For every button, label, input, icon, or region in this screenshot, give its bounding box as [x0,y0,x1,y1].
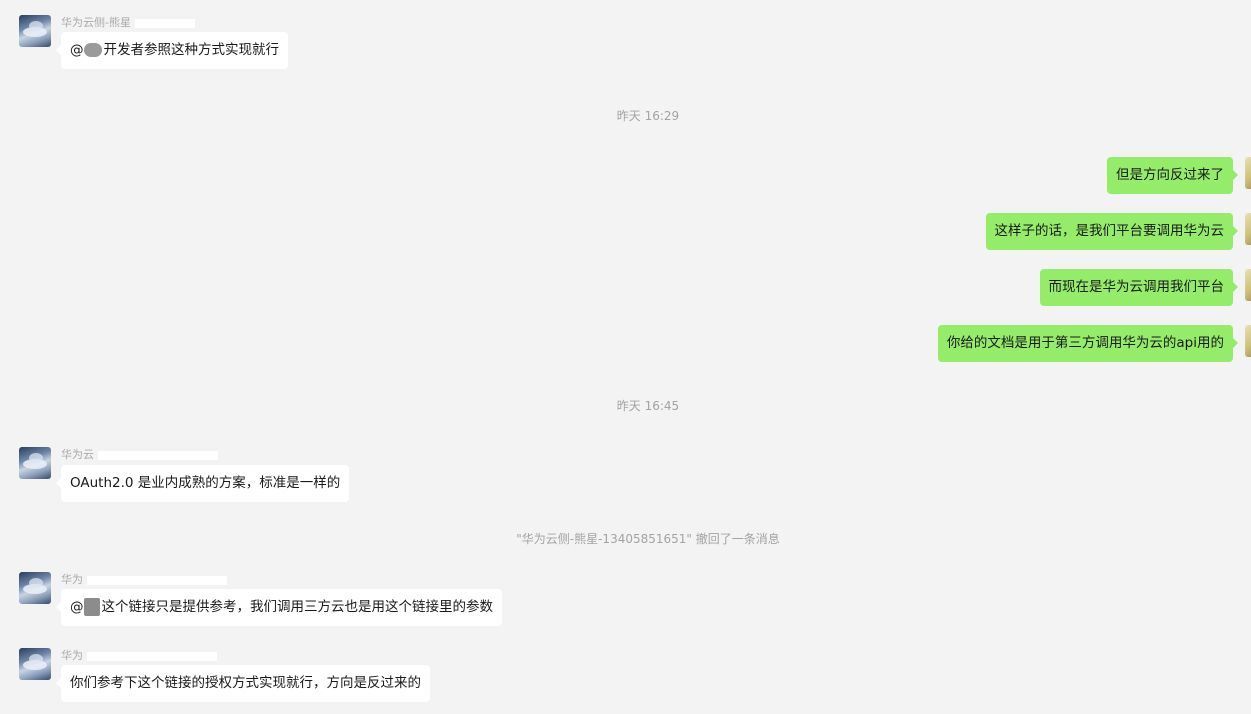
message-bubble[interactable]: @ 这个链接只是提供参考，我们调用三方云也是用这个链接里的参数 [56,589,502,626]
message-bubble[interactable]: @ 开发者参照这种方式实现就行 [56,32,288,69]
timestamp: 昨天 16:29 [616,109,680,123]
sender-name: 华为云 [61,446,218,462]
message-bubble[interactable]: 你们参考下这个链接的授权方式实现就行，方向是反过来的 [56,665,430,702]
recall-notice: "华为云侧-熊星-13405851651" 撤回了一条消息 [516,532,780,546]
outgoing-message-bubble[interactable]: 你给的文档是用于第三方调用华为云的api用的 [937,325,1239,362]
message-text: 这个链接只是提供参考，我们调用三方云也是用这个链接里的参数 [101,599,494,615]
avatar[interactable] [19,15,51,47]
sender-name: 华为 [61,571,227,587]
avatar[interactable] [19,648,51,680]
mention-avatar-icon [83,43,102,57]
message-text: 开发者参照这种方式实现就行 [103,42,280,58]
chat-window: 华为云侧-熊星 @ 开发者参照这种方式实现就行 昨天 16:29 但是方向反过来了… [0,0,1251,714]
self-avatar[interactable] [1245,269,1251,301]
message-text: OAuth2.0 是业内成熟的方案，标准是一样的 [70,475,341,491]
avatar[interactable] [19,447,51,479]
mention-avatar-icon [83,598,100,616]
sender-name: 华为 [61,647,217,663]
self-avatar[interactable] [1245,213,1251,245]
mention-at: @ [70,599,84,615]
message-text: 而现在是华为云调用我们平台 [1048,279,1225,295]
outgoing-message-bubble[interactable]: 但是方向反过来了 [1107,157,1238,194]
message-text: 你给的文档是用于第三方调用华为云的api用的 [946,335,1224,351]
message-bubble[interactable]: OAuth2.0 是业内成熟的方案，标准是一样的 [55,465,350,502]
message-text: 这样子的话，是我们平台要调用华为云 [994,223,1225,239]
outgoing-message-bubble[interactable]: 而现在是华为云调用我们平台 [1039,269,1238,306]
avatar[interactable] [19,572,51,604]
mention-at: @ [70,42,84,58]
message-text: 但是方向反过来了 [1116,167,1224,183]
self-avatar[interactable] [1245,157,1251,189]
outgoing-message-bubble[interactable]: 这样子的话，是我们平台要调用华为云 [985,213,1238,250]
message-text: 你们参考下这个链接的授权方式实现就行，方向是反过来的 [70,675,421,691]
timestamp: 昨天 16:45 [616,399,680,413]
sender-name: 华为云侧-熊星 [61,14,195,30]
self-avatar[interactable] [1245,325,1251,357]
